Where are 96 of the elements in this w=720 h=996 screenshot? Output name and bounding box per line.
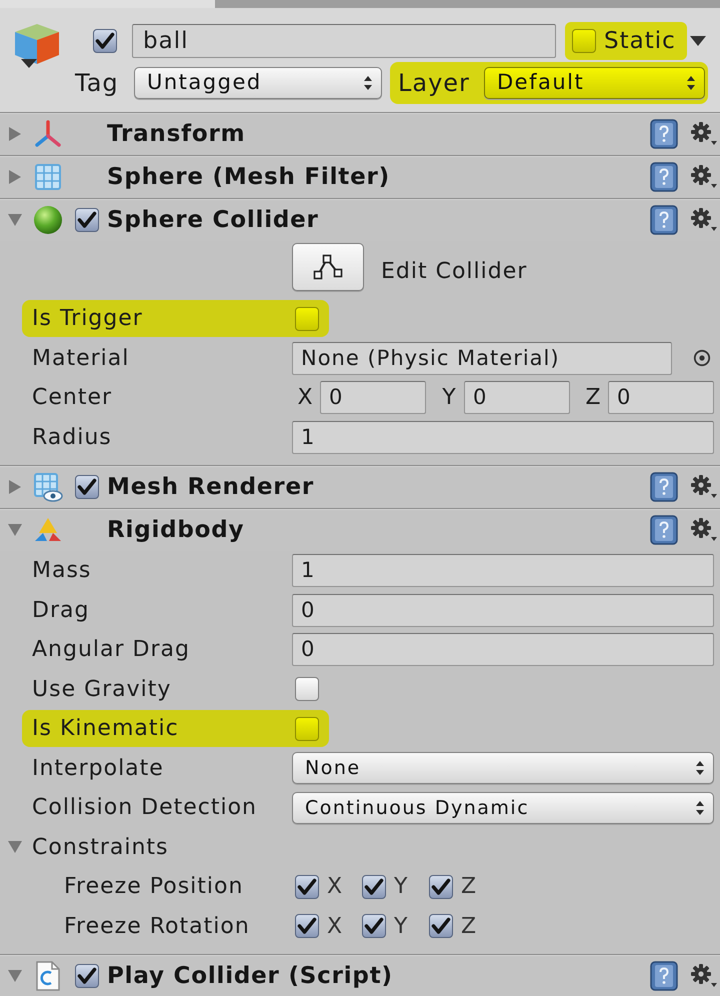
component-title: Rigidbody [107,516,246,545]
axis-label: X [327,912,342,941]
component-title: Transform [107,120,246,149]
grid-eye-icon [33,472,63,502]
checkbox[interactable] [429,874,453,899]
axis-label: Y [394,912,408,941]
checkbox[interactable] [295,677,319,702]
help-icon[interactable] [650,961,678,991]
field-label: Interpolate [32,754,165,783]
dropdown[interactable]: Default [484,67,705,99]
checkbox[interactable] [295,874,319,899]
name-field[interactable]: ball [132,24,556,58]
checkmark-icon [431,917,451,936]
checkbox[interactable] [93,29,117,53]
checkmark-icon [431,878,451,896]
input-field[interactable]: 0 [320,381,426,414]
settings-icon[interactable] [690,164,718,190]
field-label: Freeze Rotation [64,912,251,941]
checkmark-icon [297,917,317,936]
axis-label: Z [461,873,476,902]
settings-icon[interactable] [690,207,718,233]
field-label: Material [32,344,130,373]
field-label: Angular Drag [32,636,191,664]
checkmark-icon [297,878,317,896]
checkbox[interactable] [429,914,453,938]
sphere-icon [33,205,63,235]
field-label: Constraints [32,834,169,862]
axis-label: Y [441,384,457,412]
help-icon[interactable] [650,515,678,545]
field-label: Mass [32,557,92,586]
help-icon[interactable] [650,472,678,502]
dropdown[interactable]: None [292,752,714,784]
settings-icon[interactable] [690,121,718,147]
checkmark-icon [77,478,97,496]
axis-label: Z [584,384,602,412]
object-picker-icon[interactable] [693,349,711,368]
component-title: Play Collider (Script) [107,962,394,991]
updown-arrows-icon [695,760,705,776]
input-field[interactable]: 1 [292,554,714,588]
updown-arrows-icon [363,75,373,91]
axes-icon [33,119,63,149]
field-label: Is Kinematic [32,715,180,744]
document-icon [35,961,61,991]
updown-arrows-icon [686,75,696,91]
input-field[interactable]: None (Physic Material) [292,342,672,375]
axis-label: Z [461,912,476,941]
checkbox[interactable] [362,874,386,899]
field-label: Drag [32,596,90,625]
help-icon[interactable] [650,205,678,235]
checkbox[interactable] [295,716,319,741]
component-title: Mesh Renderer [107,472,315,502]
help-icon[interactable] [650,162,678,192]
checkmark-icon [364,917,384,936]
checkmark-icon [77,967,97,985]
input-field[interactable]: 0 [464,381,570,414]
layer-label: Layer [398,68,471,99]
settings-icon[interactable] [690,963,718,989]
updown-arrows-icon [695,800,705,816]
settings-icon[interactable] [690,474,718,500]
checkbox[interactable] [75,208,99,232]
edit-collider-button[interactable] [292,243,364,291]
input-field[interactable]: 1 [292,420,714,454]
checkmark-icon [364,878,384,896]
help-icon[interactable] [650,119,678,149]
dropdown[interactable]: Continuous Dynamic [292,792,714,824]
checkbox[interactable] [295,914,319,938]
input-field[interactable]: 0 [292,594,714,627]
axis-label: X [327,873,342,902]
field-label: Center [32,384,114,412]
caret-icon[interactable] [689,35,707,47]
axis-label: X [296,384,314,412]
grid-icon [33,162,63,192]
checkbox[interactable] [295,306,319,331]
cube-icon [12,22,62,70]
field-label: Is Trigger [32,305,144,334]
checkbox[interactable] [75,964,99,988]
node-path-icon [312,254,344,280]
settings-icon[interactable] [690,517,718,543]
field-label: Radius [32,424,113,452]
button-label: Edit Collider [381,258,528,286]
checkbox[interactable] [572,29,596,53]
field-label: Collision Detection [32,794,258,822]
static-label: Static [604,26,676,56]
input-field[interactable]: 0 [608,381,714,414]
tag-label: Tag [75,68,120,99]
input-field[interactable]: 0 [292,633,714,666]
component-title: Sphere (Mesh Filter) [107,162,391,192]
field-label: Freeze Position [64,873,244,902]
checkbox[interactable] [75,475,99,499]
axis-label: Y [394,873,408,902]
component-title: Sphere Collider [107,206,320,235]
field-label: Use Gravity [32,676,172,704]
checkmark-icon [95,32,115,50]
dropdown[interactable]: Untagged [134,67,382,99]
checkbox[interactable] [362,914,386,938]
checkmark-icon [77,211,97,229]
